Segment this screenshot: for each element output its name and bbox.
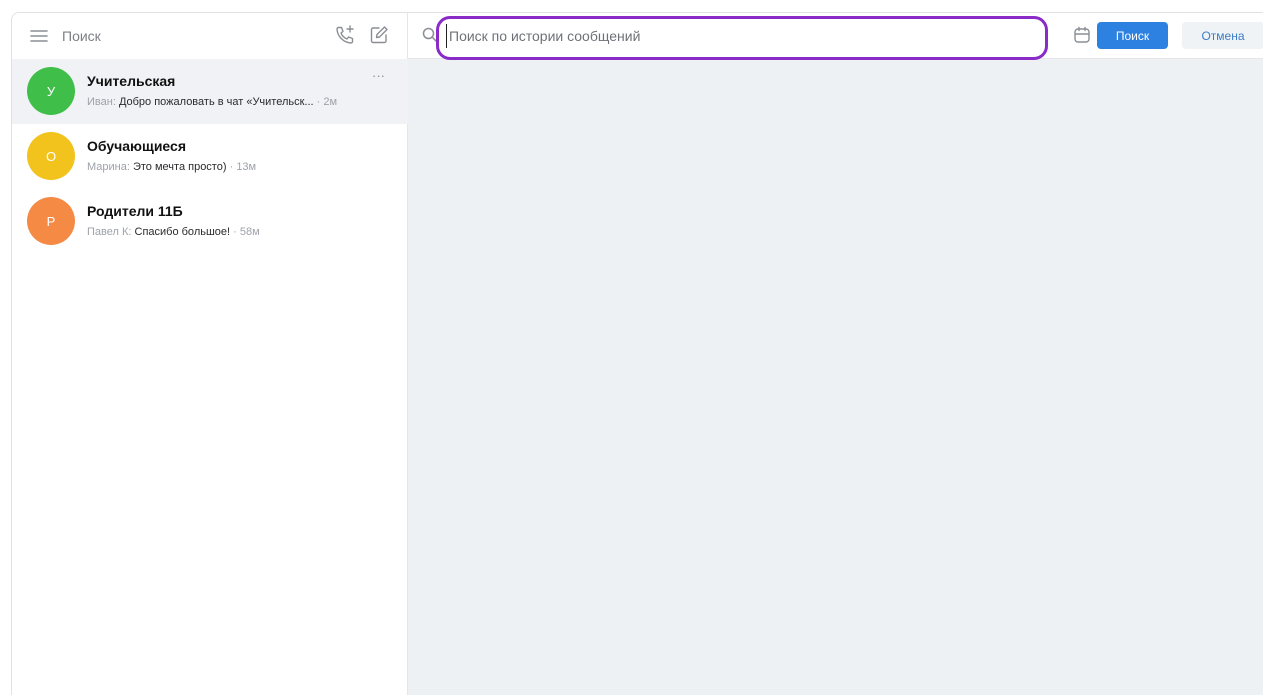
sidebar-header [12, 13, 407, 59]
separator: · [233, 226, 237, 238]
separator: · [229, 161, 234, 173]
history-search-input[interactable] [446, 24, 1046, 48]
conversation-area: Поиск Отмена [408, 13, 1263, 695]
new-call-icon[interactable] [334, 24, 356, 46]
messenger-window: У Учительская Иван: Добро пожаловать в ч… [11, 12, 1263, 695]
message-sender: Павел К: [87, 226, 132, 238]
message-time: 13м [236, 161, 257, 173]
more-options-icon[interactable]: ··· [372, 69, 385, 82]
separator: · [316, 96, 321, 108]
sidebar: У Учительская Иван: Добро пожаловать в ч… [12, 13, 408, 695]
menu-icon[interactable] [29, 26, 49, 46]
cancel-button[interactable]: Отмена [1182, 22, 1263, 49]
compose-icon[interactable] [368, 24, 390, 46]
message-text: Добро пожаловать в чат «Учительск... [118, 96, 314, 108]
message-time: 2м [323, 96, 338, 108]
chat-title: Родители 11Б [87, 203, 183, 219]
chat-item-uchitelskaya[interactable]: У Учительская Иван: Добро пожаловать в ч… [12, 59, 408, 124]
chat-preview: Павел К: Спасибо большое! · 58м [87, 226, 260, 238]
avatar: У [27, 67, 75, 115]
chat-item-obuchayushchiesya[interactable]: О Обучающиеся Марина: Это мечта просто) … [12, 124, 408, 189]
chat-search-input[interactable] [62, 25, 312, 47]
message-text: Спасибо большое! [134, 226, 231, 238]
chat-item-roditeli-11b[interactable]: Р Родители 11Б Павел К: Спасибо большое!… [12, 189, 408, 254]
message-text: Это мечта просто) [132, 161, 227, 173]
chat-title: Обучающиеся [87, 138, 186, 154]
chat-preview: Марина: Это мечта просто) · 13м [87, 161, 256, 173]
message-sender: Марина: [87, 161, 130, 173]
message-sender: Иван: [87, 96, 116, 108]
search-icon [421, 26, 439, 44]
message-time: 58м [239, 226, 260, 238]
calendar-icon[interactable] [1072, 25, 1092, 45]
avatar: О [27, 132, 75, 180]
avatar: Р [27, 197, 75, 245]
chat-list: У Учительская Иван: Добро пожаловать в ч… [12, 59, 408, 254]
history-search-bar: Поиск Отмена [408, 13, 1263, 60]
search-button[interactable]: Поиск [1097, 22, 1168, 49]
chat-title: Учительская [87, 73, 176, 89]
chat-preview: Иван: Добро пожаловать в чат «Учительск.… [87, 96, 337, 108]
